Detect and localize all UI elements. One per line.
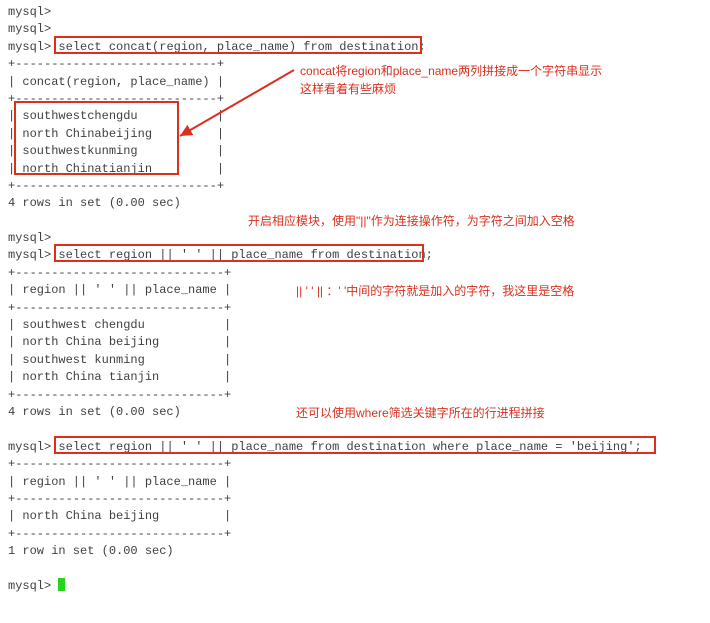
header-line: | region || ' ' || place_name | — [8, 282, 702, 299]
mysql-prompt: mysql> — [8, 440, 58, 454]
result-row: | north China beijing | — [8, 508, 702, 525]
sql-query: select concat(region, place_name) from d… — [58, 40, 425, 54]
separator-line: +----------------------------+ — [8, 178, 702, 195]
separator-line: +-----------------------------+ — [8, 526, 702, 543]
blank-line — [8, 213, 702, 230]
result-row: | north China tianjin | — [8, 369, 702, 386]
result-row: | southwest chengdu | — [8, 317, 702, 334]
result-row: | north Chinatianjin | — [8, 161, 702, 178]
separator-line: +-----------------------------+ — [8, 265, 702, 282]
blank-line — [8, 421, 702, 438]
separator-line: +-----------------------------+ — [8, 300, 702, 317]
separator-line: +----------------------------+ — [8, 91, 702, 108]
prompt-line: mysql> — [8, 578, 702, 595]
footer-line: 1 row in set (0.00 sec) — [8, 543, 702, 560]
mysql-prompt: mysql> — [8, 40, 58, 54]
separator-line: +-----------------------------+ — [8, 491, 702, 508]
header-line: | region || ' ' || place_name | — [8, 474, 702, 491]
footer-line: 4 rows in set (0.00 sec) — [8, 195, 702, 212]
result-row: | southwest kunming | — [8, 352, 702, 369]
separator-line: +-----------------------------+ — [8, 387, 702, 404]
mysql-prompt: mysql> — [8, 5, 51, 19]
result-row: | southwestkunming | — [8, 143, 702, 160]
prompt-line: mysql> — [8, 4, 702, 21]
result-row: | north China beijing | — [8, 334, 702, 351]
query-line: mysql> select region || ' ' || place_nam… — [8, 439, 702, 456]
mysql-prompt: mysql> — [8, 22, 51, 36]
separator-line: +----------------------------+ — [8, 56, 702, 73]
result-row: | southwestchengdu | — [8, 108, 702, 125]
query-line: mysql> select region || ' ' || place_nam… — [8, 247, 702, 264]
blank-line — [8, 561, 702, 578]
footer-line: 4 rows in set (0.00 sec) — [8, 404, 702, 421]
prompt-line: mysql> — [8, 230, 702, 247]
result-row: | north Chinabeijing | — [8, 126, 702, 143]
query-line: mysql> select concat(region, place_name)… — [8, 39, 702, 56]
header-line: | concat(region, place_name) | — [8, 74, 702, 91]
separator-line: +-----------------------------+ — [8, 456, 702, 473]
prompt-line: mysql> — [8, 21, 702, 38]
mysql-prompt: mysql> — [8, 231, 51, 245]
sql-query: select region || ' ' || place_name from … — [58, 440, 641, 454]
cursor[interactable] — [58, 578, 65, 591]
mysql-prompt: mysql> — [8, 248, 58, 262]
mysql-prompt: mysql> — [8, 579, 58, 593]
sql-query: select region || ' ' || place_name from … — [58, 248, 432, 262]
